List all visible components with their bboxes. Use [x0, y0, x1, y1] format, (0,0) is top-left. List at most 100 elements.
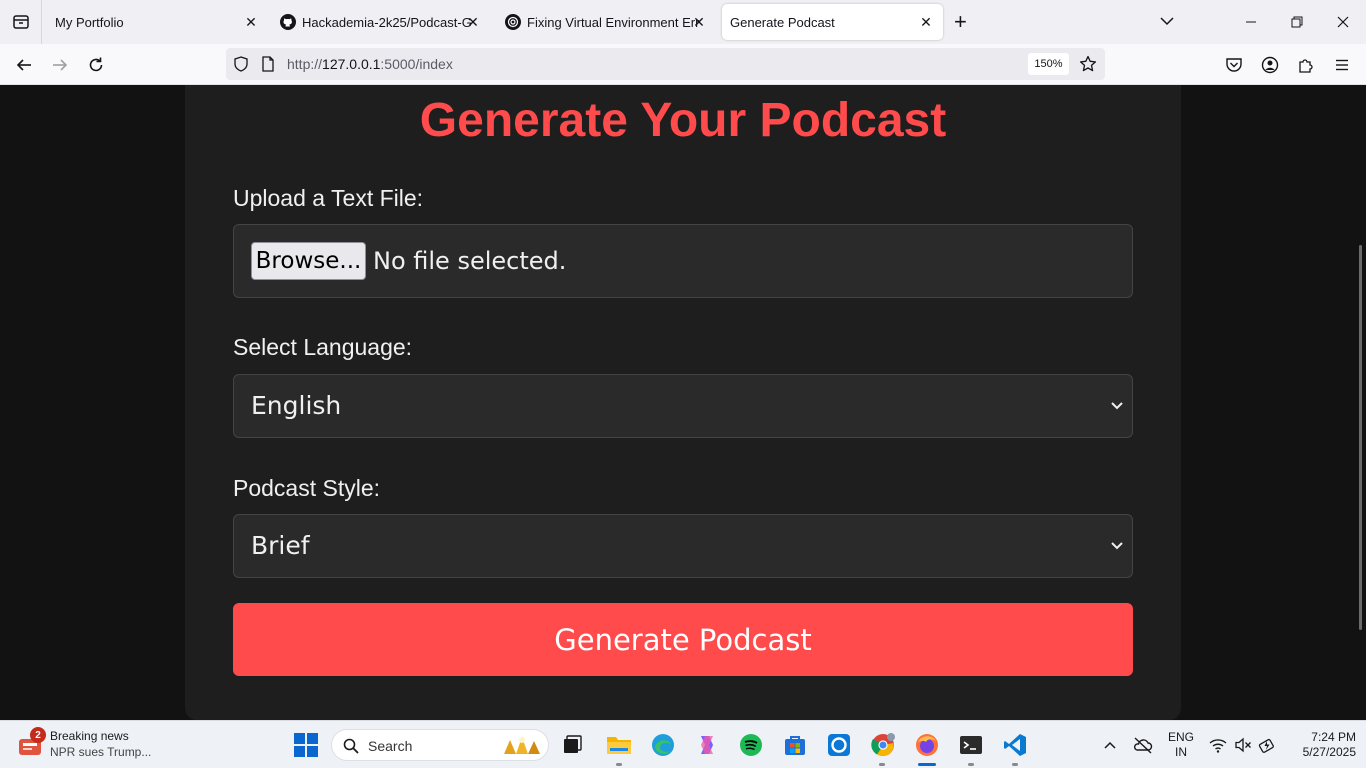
podcast-style-select[interactable]: Brief [233, 514, 1133, 578]
tab-my-portfolio[interactable]: My Portfolio ✕ [44, 0, 268, 44]
podcast-form-card: Generate Your Podcast Upload a Text File… [185, 85, 1181, 720]
system-clock[interactable]: 7:24 PM 5/27/2025 [1284, 730, 1356, 760]
browser-tab-strip: My Portfolio ✕ Hackademia-2k25/Podcast-G… [0, 0, 1366, 44]
tab-title: Hackademia-2k25/Podcast-Gen [302, 14, 472, 30]
bookmark-star-icon[interactable] [1079, 55, 1097, 73]
chrome-button[interactable] [869, 731, 897, 759]
generate-podcast-button[interactable]: Generate Podcast [233, 603, 1133, 676]
chrome-running-indicator [879, 763, 885, 766]
news-subtitle: NPR sues Trump... [50, 745, 152, 759]
tab-title: Generate Podcast [730, 14, 835, 30]
tab-generate-podcast[interactable]: Generate Podcast ✕ [722, 4, 943, 40]
minimize-icon [1246, 21, 1256, 23]
browse-button[interactable]: Browse... [251, 242, 366, 280]
search-placeholder: Search [368, 738, 413, 754]
news-widget[interactable]: 2 Breaking news NPR sues Trump... [14, 727, 214, 763]
cortana-app-button[interactable] [825, 731, 853, 759]
tab-title: Fixing Virtual Environment Error [527, 14, 699, 30]
explorer-running-indicator [616, 763, 622, 766]
file-explorer-button[interactable] [605, 731, 633, 759]
tab-list-icon [12, 15, 29, 29]
extensions-button[interactable] [1293, 52, 1319, 78]
lang-region: IN [1175, 745, 1187, 759]
firefox-button[interactable] [913, 731, 941, 759]
onedrive-offline-icon[interactable] [1133, 736, 1153, 754]
taskbar-search[interactable]: Search [331, 729, 549, 761]
firefox-active-indicator [918, 763, 936, 766]
page-title: Generate Your Podcast [419, 94, 947, 147]
language-select[interactable]: English [233, 374, 1133, 438]
tab-fixing-venv-error[interactable]: Fixing Virtual Environment Error ✕ [498, 0, 716, 44]
url-host: 127.0.0.1 [322, 56, 381, 72]
news-badge: 2 [30, 727, 46, 743]
chevron-down-icon [1111, 402, 1123, 410]
edge-button[interactable] [649, 731, 677, 759]
account-button[interactable] [1257, 52, 1283, 78]
tab-hackademia-repo[interactable]: Hackademia-2k25/Podcast-Gen ✕ [272, 0, 490, 44]
battery-charging-icon[interactable] [1258, 736, 1276, 754]
url-scheme: http:// [287, 56, 323, 72]
tab-title: My Portfolio [55, 14, 124, 30]
address-bar[interactable]: http://127.0.0.1:5000/index 150% [226, 48, 1105, 80]
page-scrollbar[interactable] [1359, 245, 1362, 630]
language-label: Select Language: [233, 334, 413, 360]
github-icon [280, 14, 296, 30]
language-selected-value: English [251, 391, 342, 420]
close-tab-icon[interactable]: ✕ [690, 13, 708, 31]
pocket-icon [1226, 58, 1242, 72]
terminal-running-indicator [968, 763, 974, 766]
zoom-level-badge[interactable]: 150% [1028, 53, 1069, 75]
back-button[interactable] [11, 52, 37, 78]
search-highlight-icon [504, 737, 540, 754]
folder-icon [607, 737, 631, 754]
tab-overflow-chevron-icon[interactable] [1158, 12, 1176, 30]
terminal-button[interactable] [957, 731, 985, 759]
ms-store-button[interactable] [781, 731, 809, 759]
hamburger-menu-icon [1336, 59, 1348, 71]
spotify-icon [740, 734, 762, 756]
speaker-muted-icon[interactable] [1234, 737, 1252, 753]
clock-time: 7:24 PM [1311, 730, 1356, 744]
close-tab-icon[interactable]: ✕ [464, 13, 482, 31]
page-icon[interactable] [261, 56, 275, 72]
upload-label: Upload a Text File: [233, 185, 424, 211]
account-icon [1261, 56, 1279, 74]
chrome-icon [871, 733, 895, 757]
lang-code: ENG [1167, 730, 1194, 744]
task-view-button[interactable] [558, 731, 586, 759]
tab-list-button[interactable] [0, 0, 42, 44]
wifi-icon[interactable] [1209, 737, 1227, 753]
style-label: Podcast Style: [233, 475, 381, 501]
close-tab-icon[interactable]: ✕ [917, 13, 935, 31]
terminal-icon [960, 736, 982, 754]
chevron-down-icon [1111, 542, 1123, 550]
circle-app-icon [828, 734, 850, 756]
copilot-button[interactable] [693, 731, 721, 759]
reload-button[interactable] [83, 52, 109, 78]
close-tab-icon[interactable]: ✕ [242, 13, 260, 31]
new-tab-plus-icon[interactable]: + [954, 11, 967, 33]
tray-overflow-chevron-icon[interactable] [1103, 738, 1117, 752]
app-menu-button[interactable] [1329, 52, 1355, 78]
file-upload-input[interactable]: Browse... No file selected. [233, 224, 1133, 298]
back-arrow-icon [16, 59, 31, 71]
task-view-icon [564, 735, 582, 753]
forward-arrow-icon [53, 59, 68, 71]
input-language-indicator[interactable]: ENG IN [1166, 730, 1196, 760]
minimize-button[interactable] [1228, 0, 1274, 44]
close-window-button[interactable] [1320, 0, 1366, 44]
pocket-button[interactable] [1221, 52, 1247, 78]
url-path: :5000/index [380, 56, 453, 72]
vscode-running-indicator [1012, 763, 1018, 766]
windows-start-icon[interactable] [294, 733, 318, 757]
restore-button[interactable] [1274, 0, 1320, 44]
spotify-button[interactable] [737, 731, 765, 759]
url-text[interactable]: http://127.0.0.1:5000/index [287, 56, 453, 72]
style-selected-value: Brief [251, 531, 310, 560]
page-viewport: Generate Your Podcast Upload a Text File… [0, 85, 1366, 720]
file-status-text: No file selected. [373, 247, 567, 275]
vscode-button[interactable] [1001, 731, 1029, 759]
forward-button[interactable] [47, 52, 73, 78]
shield-icon[interactable] [233, 56, 249, 72]
store-bag-icon [785, 736, 805, 755]
